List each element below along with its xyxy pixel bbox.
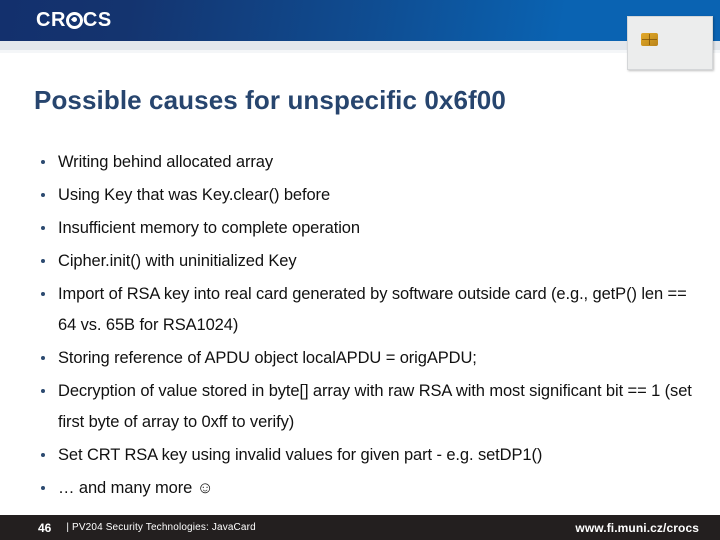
bullet-marker-icon [34, 440, 58, 471]
header-divider-strip-light [0, 50, 720, 53]
bullet-marker-icon [34, 376, 58, 407]
list-item-label: Storing reference of APDU object localAP… [58, 349, 477, 367]
list-item-label: Set CRT RSA key using invalid values for… [58, 446, 543, 464]
crocs-circle-logo-icon [65, 11, 83, 29]
footer-bar: 46 | PV204 Security Technologies: JavaCa… [0, 515, 720, 540]
page-title: Possible causes for unspecific 0x6f00 [34, 85, 506, 115]
crocs-logo: CR CS [36, 10, 112, 30]
list-item-label: Insufficient memory to complete operatio… [58, 219, 360, 237]
list-item-label: Writing behind allocated array [58, 153, 273, 171]
list-item-label: Using Key that was Key.clear() before [58, 186, 331, 204]
list-item: Set CRT RSA key using invalid values for… [34, 440, 704, 471]
list-item: Decryption of value stored in byte[] arr… [34, 376, 704, 438]
bullet-marker-icon [34, 343, 58, 374]
bullet-marker-icon [34, 246, 58, 277]
list-item: Import of RSA key into real card generat… [34, 279, 704, 341]
logo-text-left: CR [36, 9, 66, 31]
bullet-marker-icon [34, 213, 58, 244]
list-item: Using Key that was Key.clear() before [34, 180, 704, 211]
list-item-label: Cipher.init() with uninitialized Key [58, 252, 297, 270]
bullet-marker-icon [34, 473, 58, 504]
header-bar: CR CS [0, 0, 720, 41]
list-item: … and many more ☺ [34, 473, 704, 504]
footer-course-label: | PV204 Security Technologies: JavaCard [66, 521, 256, 533]
footer-url: www.fi.muni.cz/crocs [575, 520, 699, 535]
page-number: 46 [38, 520, 52, 535]
list-item-label: Import of RSA key into real card generat… [58, 285, 687, 334]
list-item-label: … and many more ☺ [58, 479, 214, 497]
list-item: Insufficient memory to complete operatio… [34, 213, 704, 244]
bullet-marker-icon [34, 279, 58, 310]
list-item-label: Decryption of value stored in byte[] arr… [58, 382, 692, 431]
list-item: Storing reference of APDU object localAP… [34, 343, 704, 374]
smart-card-chip-icon [641, 33, 658, 46]
header-divider-strip [0, 41, 720, 50]
bullet-marker-icon [34, 180, 58, 211]
bullet-list: Writing behind allocated array Using Key… [34, 147, 704, 506]
bullet-marker-icon [34, 147, 58, 178]
list-item: Writing behind allocated array [34, 147, 704, 178]
list-item: Cipher.init() with uninitialized Key [34, 246, 704, 277]
smart-card-image [627, 16, 713, 70]
logo-text-right: CS [82, 9, 112, 31]
